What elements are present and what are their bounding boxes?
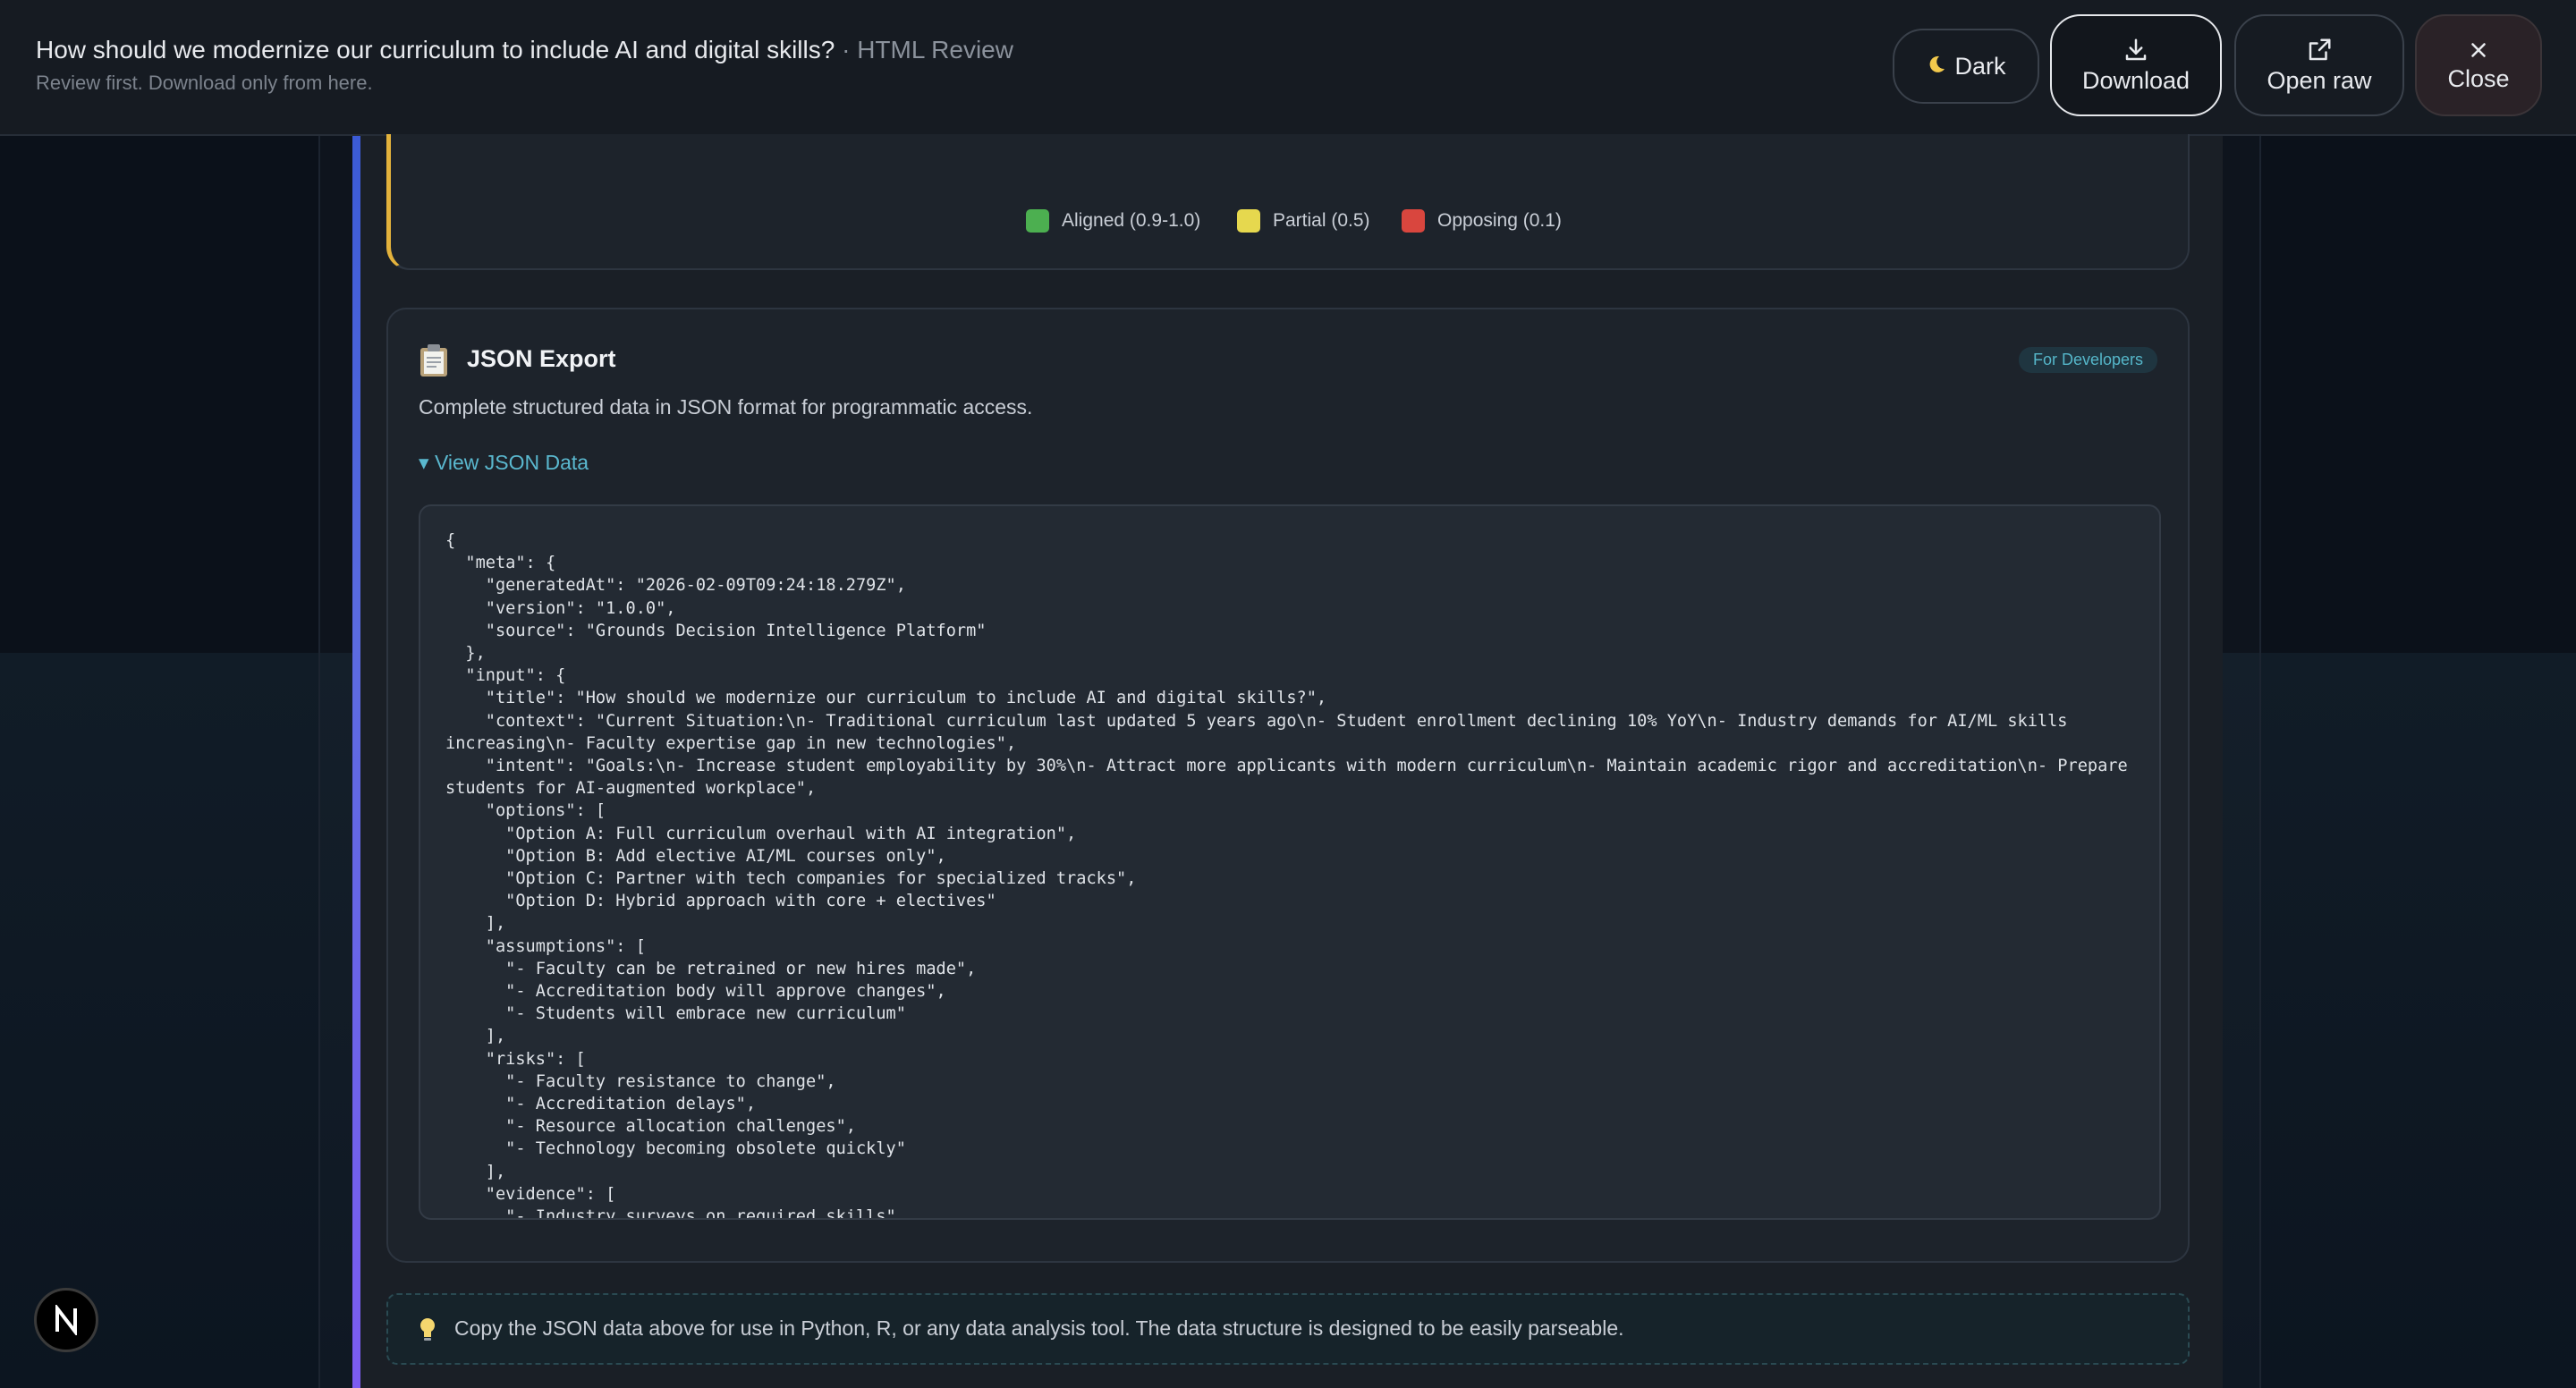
legend-label-opposing: Opposing (0.1) [1437, 210, 1562, 231]
view-json-toggle[interactable]: ▾ View JSON Data [419, 451, 589, 475]
json-export-title: JSON Export [467, 345, 616, 372]
close-icon [2471, 42, 2486, 57]
page-title: How should we modernize our curriculum t… [36, 36, 1013, 64]
json-code-text: { "meta": { "generatedAt": "2026-02-09T0… [445, 531, 2128, 1220]
json-export-card: JSON Export For Developers Complete stru… [386, 308, 2190, 1263]
title-text: How should we modernize our curriculum t… [36, 36, 835, 63]
legend-swatch-aligned [1026, 209, 1049, 233]
json-code-block[interactable]: { "meta": { "generatedAt": "2026-02-09T0… [419, 504, 2161, 1220]
legend-label-aligned: Aligned (0.9-1.0) [1062, 210, 1201, 231]
json-export-description: Complete structured data in JSON format … [419, 395, 1033, 419]
clipboard-icon [420, 344, 447, 377]
alignment-legend-card: Aligned (0.9-1.0) Partial (0.5) Opposing… [386, 134, 2190, 270]
tip-banner: Copy the JSON data above for use in Pyth… [386, 1293, 2190, 1365]
open-raw-button[interactable]: Open raw [2234, 14, 2404, 116]
title-suffix: · HTML Review [835, 36, 1013, 63]
legend-swatch-partial [1237, 209, 1260, 233]
moon-icon [1930, 55, 1945, 72]
external-link-icon [2309, 38, 2331, 60]
review-header: How should we modernize our curriculum t… [0, 0, 2576, 136]
lightbulb-icon [420, 1318, 435, 1341]
view-json-label: View JSON Data [434, 451, 589, 474]
close-button[interactable]: Close [2415, 14, 2542, 116]
legend-item-opposing: Opposing (0.1) [1402, 209, 1562, 233]
app-logo-badge[interactable] [34, 1288, 98, 1352]
legend-item-partial: Partial (0.5) [1237, 209, 1370, 233]
legend-label-partial: Partial (0.5) [1273, 210, 1370, 231]
legend-item-aligned: Aligned (0.9-1.0) [1026, 209, 1200, 233]
for-developers-badge: For Developers [2018, 347, 2157, 373]
tip-text: Copy the JSON data above for use in Pyth… [454, 1316, 1624, 1340]
download-icon [2125, 38, 2147, 60]
triangle-down-icon: ▾ [419, 451, 429, 474]
dark-mode-label: Dark [1954, 52, 2006, 80]
close-label: Close [2447, 64, 2510, 92]
download-button[interactable]: Download [2050, 14, 2222, 116]
dark-mode-button[interactable]: Dark [1893, 29, 2039, 104]
legend-swatch-opposing [1402, 209, 1425, 233]
open-raw-label: Open raw [2267, 66, 2372, 94]
header-subtitle: Review first. Download only from here. [36, 72, 373, 94]
accent-bar [352, 134, 360, 1388]
n-logo-icon [55, 1305, 77, 1335]
download-label: Download [2081, 66, 2190, 94]
